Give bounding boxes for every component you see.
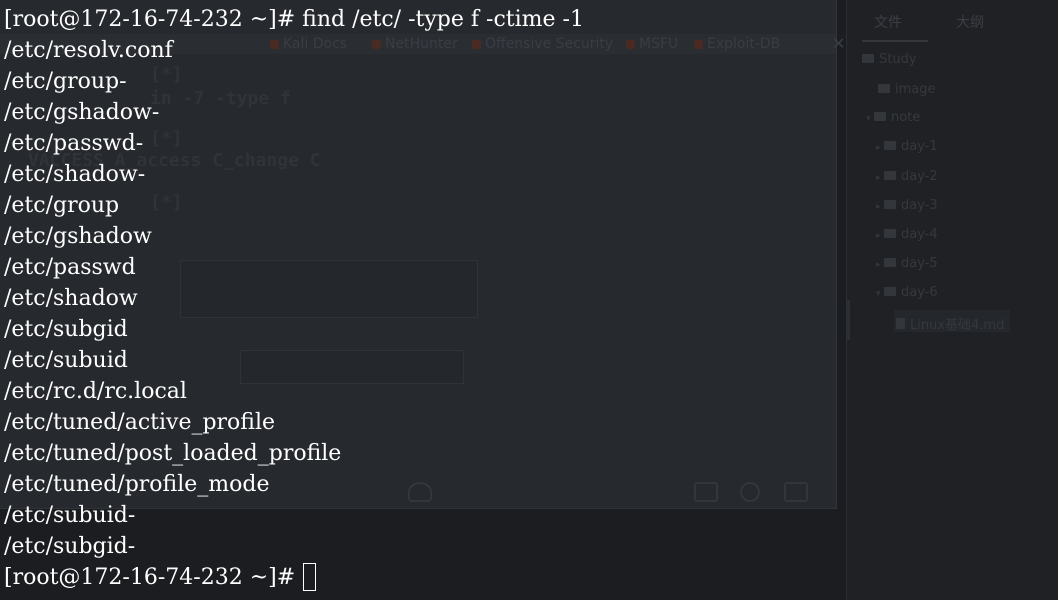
input-line[interactable]: [root@172-16-74-232 ~]# bbox=[4, 562, 317, 593]
output-line: /etc/tuned/active_profile bbox=[4, 410, 276, 435]
output-line: /etc/gshadow bbox=[4, 224, 152, 249]
output-line: /etc/shadow- bbox=[4, 162, 146, 187]
command-text: find /etc/ -type f -ctime -1 bbox=[302, 7, 584, 32]
output-line: /etc/shadow bbox=[4, 286, 138, 311]
output-line: /etc/tuned/profile_mode bbox=[4, 472, 270, 497]
output-line: /etc/gshadow- bbox=[4, 100, 160, 125]
command-line: [root@172-16-74-232 ~]# find /etc/ -type… bbox=[4, 4, 584, 35]
output-line: /etc/resolv.conf bbox=[4, 38, 173, 63]
output-line: /etc/subgid bbox=[4, 317, 128, 342]
output-line: /etc/subuid- bbox=[4, 503, 136, 528]
output-line: /etc/subuid bbox=[4, 348, 128, 373]
output-line: /etc/rc.d/rc.local bbox=[4, 379, 187, 404]
shell-prompt: [root@172-16-74-232 ~]# bbox=[4, 7, 296, 32]
output-line: /etc/passwd- bbox=[4, 131, 144, 156]
shell-prompt: [root@172-16-74-232 ~]# bbox=[4, 565, 296, 590]
output-line: /etc/group bbox=[4, 193, 120, 218]
output-line: /etc/passwd bbox=[4, 255, 136, 280]
output-line: /etc/subgid- bbox=[4, 534, 136, 559]
output-line: /etc/group- bbox=[4, 69, 127, 94]
text-cursor[interactable] bbox=[303, 563, 317, 591]
terminal[interactable]: [root@172-16-74-232 ~]# find /etc/ -type… bbox=[0, 0, 1058, 600]
output-line: /etc/tuned/post_loaded_profile bbox=[4, 441, 342, 466]
